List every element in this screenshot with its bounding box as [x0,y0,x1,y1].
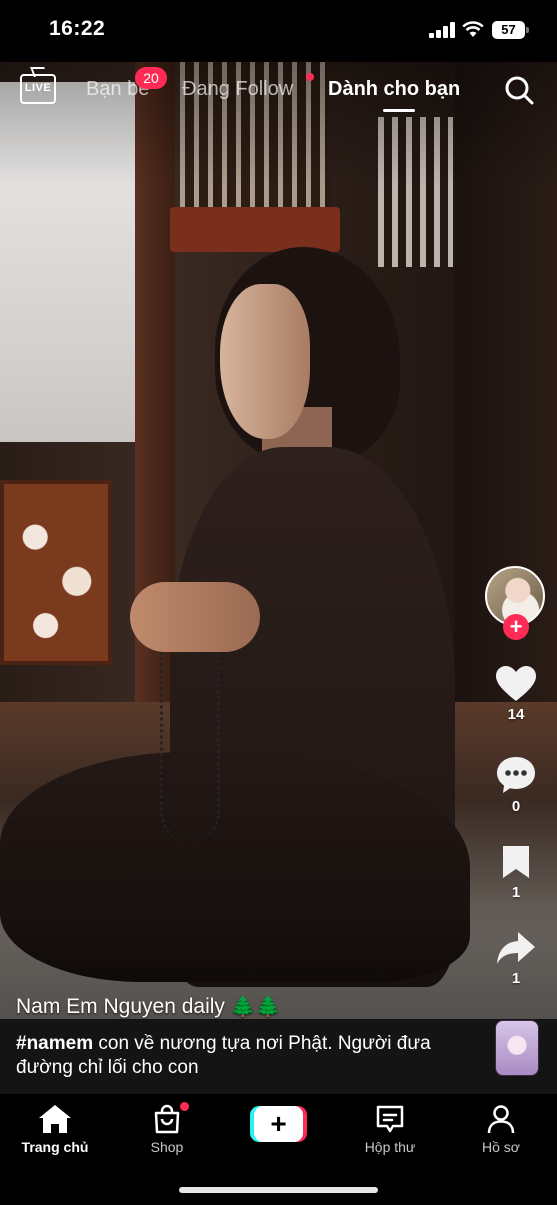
video-player[interactable] [0,62,557,1094]
status-bar: 16:22 57 [0,0,557,62]
top-nav: LIVE Bạn bè 20 Đang Follow Dành cho bạn [0,62,557,120]
nav-profile[interactable]: Hồ sơ [456,1104,546,1155]
like-count: 14 [507,706,525,723]
plus-icon: + [254,1106,303,1142]
search-icon[interactable] [504,75,534,105]
share-button[interactable]: 1 [490,930,542,987]
nav-shop[interactable]: Shop [122,1102,212,1155]
bookmark-button[interactable]: 1 [490,844,542,901]
bookmark-icon [503,846,529,878]
following-dot [306,73,314,81]
video-caption[interactable]: #namem con về nương tựa nơi Phật. Người … [16,1032,446,1080]
heart-icon [496,666,536,701]
tree-emoji: 🌲🌲 [230,996,281,1018]
hashtag-link[interactable]: #namem [16,1033,93,1054]
create-button[interactable]: + [250,1106,307,1142]
music-thumbnail[interactable] [495,1020,539,1076]
friends-badge: 20 [135,67,167,89]
follow-plus-button[interactable]: + [503,614,529,640]
bookmark-count: 1 [511,884,521,901]
tab-for-you[interactable]: Dành cho bạn [328,78,460,101]
comment-icon [497,757,535,793]
wifi-icon [462,21,484,37]
active-tab-indicator [383,109,415,112]
nav-home[interactable]: Trang chủ [10,1104,100,1155]
like-button[interactable]: 14 [490,666,542,723]
nav-profile-label: Hồ sơ [482,1139,520,1155]
home-indicator[interactable] [179,1187,378,1193]
inbox-icon [376,1105,404,1133]
share-count: 1 [511,970,521,987]
nav-inbox[interactable]: Hộp thư [345,1104,435,1155]
comment-button[interactable]: 0 [490,756,542,815]
tab-following[interactable]: Đang Follow [182,78,293,101]
battery-icon: 57 [492,21,529,39]
signal-icon [429,22,455,38]
profile-icon [487,1105,515,1134]
shop-notification-dot [180,1102,189,1111]
live-icon[interactable]: LIVE [20,74,56,104]
share-icon [497,932,535,964]
shop-bag-icon [154,1104,180,1134]
home-icon [39,1105,71,1133]
nav-inbox-label: Hộp thư [364,1139,416,1155]
nav-shop-label: Shop [150,1139,184,1155]
creator-name[interactable]: Nam Em Nguyen daily 🌲🌲 [16,994,281,1019]
creator-name-text: Nam Em Nguyen daily [16,995,225,1018]
comment-count: 0 [511,798,521,815]
nav-home-label: Trang chủ [21,1139,89,1155]
status-time: 16:22 [49,17,106,40]
